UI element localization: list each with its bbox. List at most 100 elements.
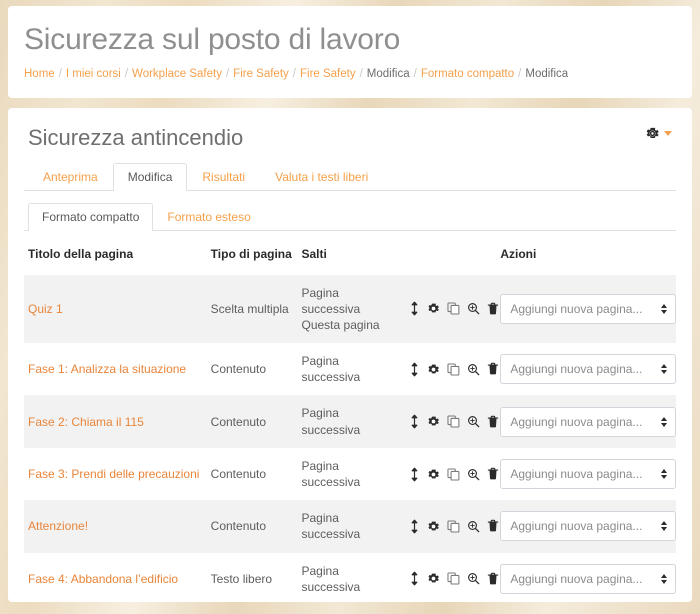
delete-icon[interactable] [487,519,499,534]
breadcrumb-item-6: Modifica [366,68,410,80]
table-header: Titolo della pagina Tipo di pagina Salti… [24,241,676,275]
table-row: Fase 1: Analizza la situazione Contenuto P… [24,343,677,395]
breadcrumb-separator: / [413,68,417,80]
duplicate-icon[interactable] [447,301,460,316]
breadcrumb-item-1[interactable]: Home [24,68,55,80]
duplicate-icon[interactable] [447,362,460,377]
add-new-page-select[interactable]: Aggiungi nuova pagina... [500,511,677,542]
page-title-link[interactable]: Fase 3: Prendi delle precauzioni [28,467,199,481]
page-title-link[interactable]: Fase 1: Analizza la situazione [28,362,186,376]
preview-icon[interactable] [467,467,480,482]
cell-jumps: Pagina successiva [298,343,404,395]
action-icon-group [407,301,499,316]
select-arrows-icon [661,303,668,314]
gear-icon[interactable] [427,301,440,316]
move-icon[interactable] [409,362,420,377]
move-icon[interactable] [409,571,420,586]
move-icon[interactable] [409,414,420,429]
preview-icon[interactable] [467,301,480,316]
duplicate-icon[interactable] [447,467,460,482]
preview-icon[interactable] [467,362,480,377]
delete-icon[interactable] [487,362,499,377]
add-new-page-select[interactable]: Aggiungi nuova pagina... [500,563,677,594]
page-title-link[interactable]: Attenzione! [28,519,88,533]
add-new-page-select-value: Aggiungi nuova pagina... [510,362,643,377]
breadcrumb-separator: / [292,68,296,80]
page-title-link[interactable]: Fase 2: Chiama il 115 [28,415,144,429]
duplicate-icon[interactable] [447,519,460,534]
cell-actions [403,448,499,500]
secondary-tabs: Formato compatto Formato esteso [24,203,676,231]
duplicate-icon[interactable] [447,414,460,429]
table-row: Fase 4: Abbandona l’edificio Testo libero… [24,553,677,602]
preview-icon[interactable] [467,414,480,429]
duplicate-icon[interactable] [447,571,460,586]
breadcrumb-item-4[interactable]: Fire Safety [233,68,289,80]
cell-add-new-page: Aggiungi nuova pagina... [496,343,677,395]
jump-value: Pagina successiva [301,285,361,316]
preview-icon[interactable] [467,519,480,534]
preview-icon[interactable] [467,571,480,586]
breadcrumb-item-2[interactable]: I miei corsi [66,68,121,80]
jump-value: Pagina successiva [301,511,361,542]
cell-add-new-page: Aggiungi nuova pagina... [496,500,677,552]
breadcrumb-separator: / [359,68,363,80]
breadcrumb-item-7[interactable]: Formato compatto [421,68,514,80]
breadcrumb-item-3[interactable]: Workplace Safety [132,68,222,80]
cell-actions [403,500,499,552]
delete-icon[interactable] [487,301,499,316]
add-new-page-select[interactable]: Aggiungi nuova pagina... [500,459,677,489]
primary-tabs: Anteprima Modifica Risultati Valuta i testi… [24,163,676,191]
page-title: Sicurezza sul posto di lavoro [24,23,401,56]
tab-valuta-i-testi-liberi[interactable]: Valuta i testi liberi [260,163,383,190]
select-arrows-icon [661,416,668,427]
action-icon-group [407,519,499,534]
lesson-pages-table: Titolo della pagina Tipo di pagina Salti… [24,241,677,603]
cell-page-title: Attenzione! [24,500,207,552]
card-divider-gap [8,98,692,108]
subtab-formato-compatto[interactable]: Formato compatto [28,203,154,231]
gear-icon[interactable] [645,126,660,141]
gear-icon[interactable] [427,362,440,377]
action-icon-group [407,571,499,586]
delete-icon[interactable] [487,571,499,586]
table-body: Quiz 1 Scelta multipla Pagina successiva Qu… [24,274,677,603]
table-row: Quiz 1 Scelta multipla Pagina successiva Qu… [24,274,677,344]
table-row: Fase 3: Prendi delle precauzioni Contenut… [24,448,677,500]
gear-icon[interactable] [427,571,440,586]
column-header-jumps: Salti [301,246,327,261]
breadcrumb: Home / I miei corsi / Workplace Safety / Fire … [24,67,676,82]
move-icon[interactable] [409,519,420,534]
add-new-page-select[interactable]: Aggiungi nuova pagina... [500,406,677,437]
delete-icon[interactable] [487,414,499,429]
tab-risultati[interactable]: Risultati [187,163,260,190]
breadcrumb-item-5[interactable]: Fire Safety [300,68,356,80]
tab-anteprima[interactable]: Anteprima [28,163,113,190]
delete-icon[interactable] [487,467,499,482]
tab-modifica[interactable]: Modifica [112,163,188,191]
add-new-page-select-value: Aggiungi nuova pagina... [510,519,643,534]
main-content-card: Sicurezza antincendio Anteprima Modifica R… [8,108,692,602]
page-title-link[interactable]: Fase 4: Abbandona l’edificio [28,572,178,586]
cell-add-new-page: Aggiungi nuova pagina... [496,553,677,602]
cell-page-title: Fase 3: Prendi delle precauzioni [24,448,207,500]
cell-jumps: Pagina successiva [298,395,404,447]
section-title: Sicurezza antincendio [28,125,244,150]
chevron-down-icon[interactable] [664,131,672,136]
move-icon[interactable] [409,467,420,482]
cell-page-type: Contenuto [210,466,267,481]
move-icon[interactable] [409,301,420,316]
add-new-page-select[interactable]: Aggiungi nuova pagina... [500,354,677,385]
breadcrumb-separator: / [58,68,62,80]
add-new-page-select[interactable]: Aggiungi nuova pagina... [500,293,677,324]
gear-icon[interactable] [427,467,440,482]
page-title-link[interactable]: Quiz 1 [28,302,63,316]
column-header-spacer [403,241,496,275]
gear-icon[interactable] [427,414,440,429]
settings-menu-button[interactable] [645,124,676,141]
column-header-page-title: Titolo della pagina [28,246,134,261]
gear-icon[interactable] [427,519,440,534]
subtab-formato-esteso[interactable]: Formato esteso [153,203,264,230]
cell-page-title: Fase 1: Analizza la situazione [24,343,207,395]
cell-page-type: Contenuto [210,362,267,377]
